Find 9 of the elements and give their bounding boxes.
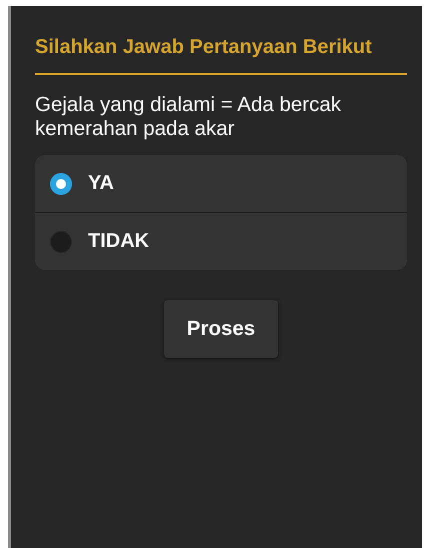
question-text: Gejala yang dialami = Ada bercak kemerahan pada akar [35,93,342,141]
option-label: YA [88,172,114,195]
option-label: TIDAK [88,230,150,253]
option-row[interactable]: YA [35,155,407,212]
radio-button[interactable] [50,230,72,252]
option-row[interactable]: TIDAK [35,212,407,270]
radio-button[interactable] [50,172,72,194]
process-button[interactable]: Proses [164,300,278,358]
page-title: Silahkan Jawab Pertanyaan Berikut [35,36,407,75]
